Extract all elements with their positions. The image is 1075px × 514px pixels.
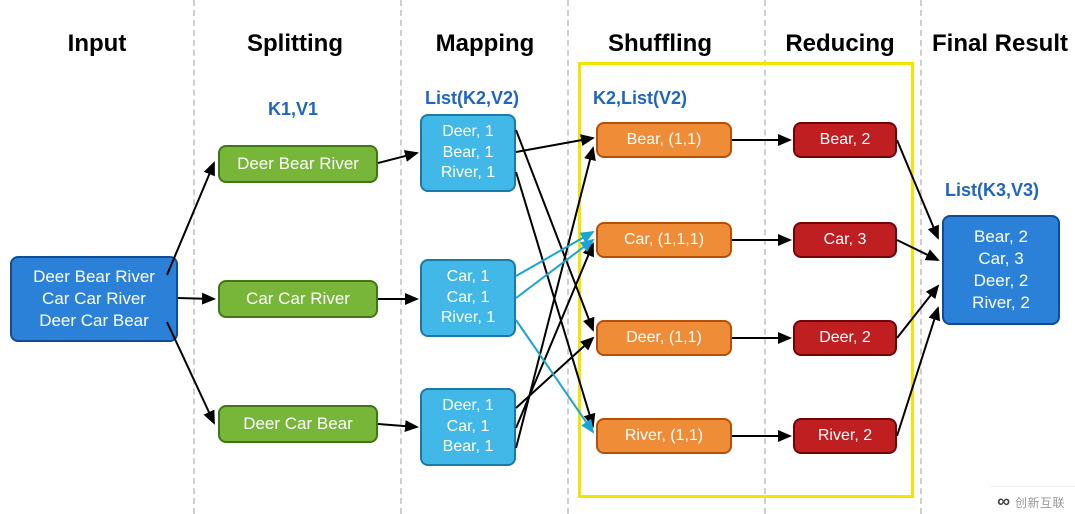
split-block-3: Deer Car Bear — [218, 405, 378, 443]
split-block-2: Car Car River — [218, 280, 378, 318]
shuffle-highlight-box — [578, 62, 914, 498]
split-block-1: Deer Bear River — [218, 145, 378, 183]
header-shuffling: Shuffling — [595, 30, 725, 58]
subhead-map: List(K2,V2) — [425, 88, 519, 109]
subhead-split: K1,V1 — [268, 99, 318, 120]
subhead-final: List(K3,V3) — [945, 180, 1039, 201]
final-block: Bear, 2 Car, 3 Deer, 2 River, 2 — [942, 215, 1060, 325]
header-final: Final Result — [930, 30, 1070, 58]
watermark-logo: ∞ 创新互联 — [991, 486, 1075, 514]
map-block-2: Car, 1 Car, 1 River, 1 — [420, 259, 516, 337]
header-mapping: Mapping — [425, 30, 545, 58]
map-block-3: Deer, 1 Car, 1 Bear, 1 — [420, 388, 516, 466]
header-reducing: Reducing — [775, 30, 905, 58]
input-block: Deer Bear River Car Car River Deer Car B… — [10, 256, 178, 342]
header-splitting: Splitting — [235, 30, 355, 58]
header-input: Input — [42, 30, 152, 58]
map-block-1: Deer, 1 Bear, 1 River, 1 — [420, 114, 516, 192]
